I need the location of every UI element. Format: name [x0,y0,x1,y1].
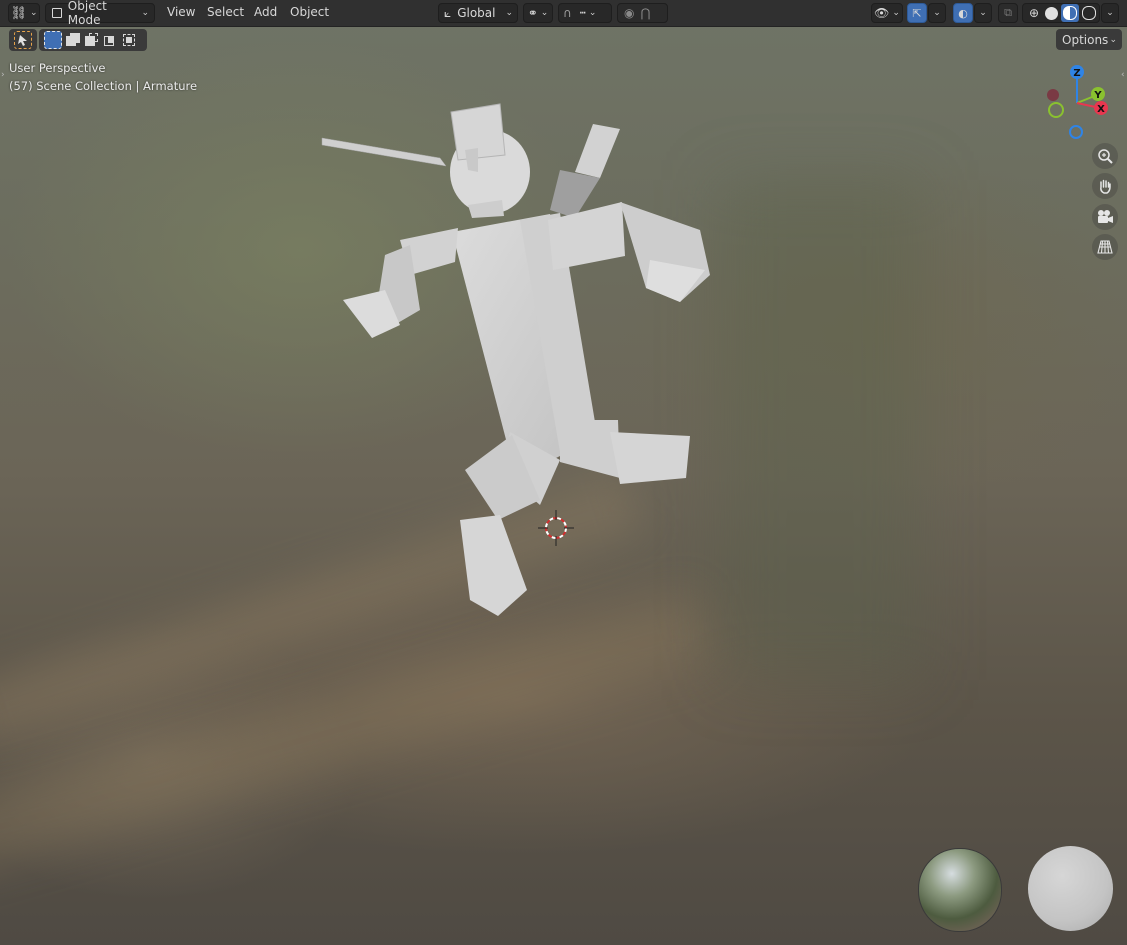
visibility-dropdown[interactable]: 👁 ⌄ [871,3,903,23]
y-axis-handle[interactable]: Y [1091,87,1105,101]
shading-mode-group[interactable]: ⊕ [1022,3,1100,23]
hand-pan-icon[interactable] [1092,173,1118,199]
chevron-down-icon: ⌄ [141,8,149,18]
menu-object[interactable]: Object [290,5,329,19]
falloff-icon[interactable]: ⋂ [640,6,650,20]
left-sidebar-toggle[interactable]: › [1,70,5,80]
snap-controls[interactable]: ∩ ┅ ⌄ [558,3,612,23]
view-name-label: User Perspective [9,61,106,75]
shading-dropdown[interactable]: ⌄ [1101,3,1119,23]
overlay-toggle[interactable]: ◐ [953,3,973,23]
options-label: Options [1062,32,1109,47]
material-preview-shading-icon[interactable] [1061,4,1079,22]
cursor-select-icon[interactable] [14,31,32,49]
x-axis-handle[interactable]: X [1094,101,1108,115]
select-new-icon[interactable] [44,31,62,49]
collection-info-label: (57) Scene Collection | Armature [9,79,198,93]
menu-select[interactable]: Select [207,5,244,19]
3d-cursor[interactable] [538,510,574,546]
select-subtract-icon[interactable] [82,31,100,49]
overlay-icon: ◐ [958,6,968,20]
z-axis-handle[interactable]: Z [1070,65,1084,79]
editor-type-button[interactable]: ⛓ ⌄ [8,3,40,23]
object-mode-icon [52,8,62,18]
right-sidebar-toggle[interactable]: ‹ [1121,70,1125,80]
xray-toggle[interactable]: ⧉ [998,3,1018,23]
snap-target-icon[interactable]: ┅ [580,8,586,19]
camera-icon[interactable] [1092,204,1118,230]
navigation-gizmo[interactable]: Z Y X [1036,60,1116,140]
snap-icon[interactable]: ∩ [563,6,572,20]
character-model[interactable] [0,0,1127,945]
select-invert-icon[interactable] [120,31,138,49]
orientation-dropdown[interactable]: ⟀ Global ⌄ [438,3,518,23]
proportional-editing-icon[interactable]: ◉ [624,6,634,20]
axis-orientation-icon: ⟀ [444,5,452,20]
right-leg [560,420,620,478]
matcap-sphere [1028,846,1113,931]
bone-right [575,124,620,178]
pivot-icon: ⚭ [527,6,538,20]
proportional-editing-controls[interactable]: ◉ ⋂ [617,3,668,23]
viewport-header: ⛓ ⌄ Object Mode ⌄ View Select Add Object … [0,0,1127,27]
mode-label: Object Mode [67,0,107,27]
3d-viewport[interactable]: Z Y X ‹ › User Perspective (57) Scene Co… [0,0,1127,945]
transform-gizmo-icon: ⛓ [10,5,27,21]
svg-text:Z: Z [1073,68,1080,79]
gizmo-dropdown[interactable]: ⌄ [928,3,946,23]
mode-dropdown[interactable]: Object Mode ⌄ [45,0,155,27]
grid-perspective-icon[interactable] [1092,234,1118,260]
orientation-label: Global [457,6,496,20]
overlay-dropdown[interactable]: ⌄ [974,3,992,23]
wireframe-shading-icon[interactable]: ⊕ [1026,6,1042,20]
svg-text:Y: Y [1093,90,1102,101]
select-intersect-icon[interactable] [101,31,119,49]
solid-shading-icon[interactable] [1045,6,1058,20]
hdri-sphere [918,848,1002,932]
menu-view[interactable]: View [167,5,195,19]
options-dropdown[interactable]: Options ⌄ [1056,29,1122,50]
bone-left [321,137,447,167]
gizmo-icon: ⇱ [912,6,922,20]
eye-icon: 👁 [874,6,890,20]
svg-text:X: X [1097,104,1105,115]
pivot-point-dropdown[interactable]: ⚭ ⌄ [523,3,553,23]
select-extend-icon[interactable] [63,31,81,49]
menu-add[interactable]: Add [254,5,277,19]
xray-icon: ⧉ [1004,6,1012,19]
zoom-icon[interactable] [1092,143,1118,169]
rendered-shading-icon[interactable] [1082,6,1096,20]
chevron-down-icon: ⌄ [1109,34,1117,45]
gizmo-toggle[interactable]: ⇱ [907,3,927,23]
